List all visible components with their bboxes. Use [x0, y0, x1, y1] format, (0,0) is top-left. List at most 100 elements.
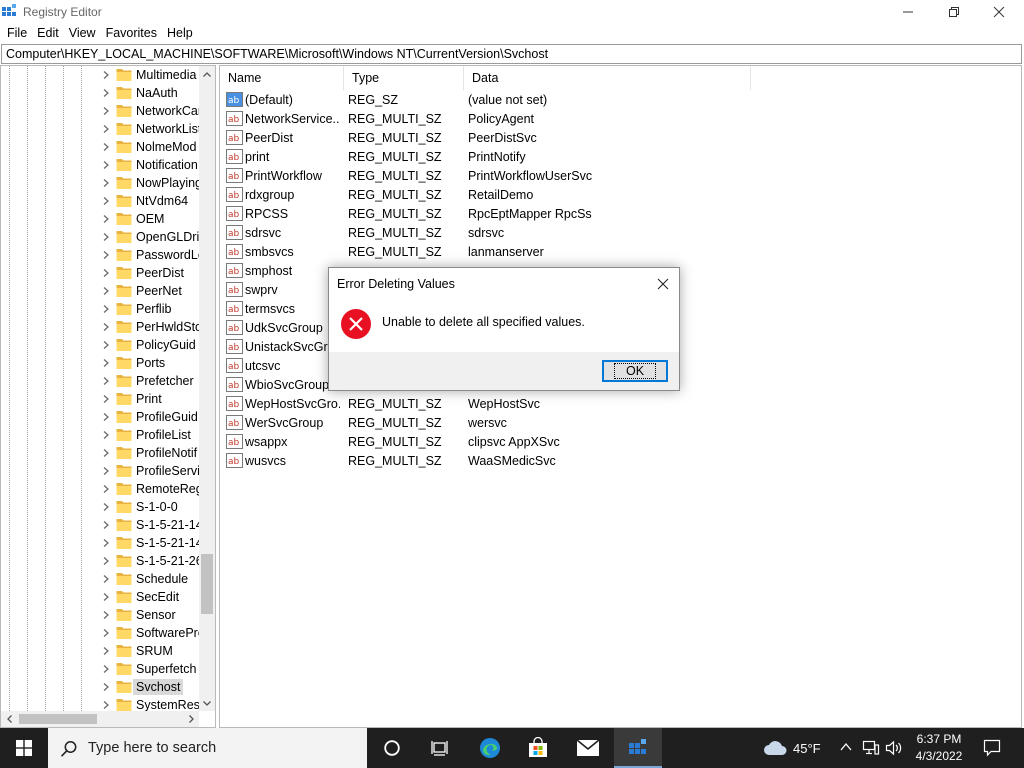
cortana-button[interactable]	[368, 728, 416, 768]
weather-widget[interactable]: 45°F	[763, 728, 821, 768]
start-button[interactable]	[0, 728, 48, 768]
tree-item[interactable]: NowPlaying	[1, 174, 199, 192]
tree-item[interactable]: Notification	[1, 156, 199, 174]
column-header-data[interactable]: Data	[464, 66, 751, 90]
column-header-name[interactable]: Name	[220, 66, 344, 90]
chevron-right-icon[interactable]	[101, 682, 111, 692]
value-row[interactable]: ab PrintWorkflow REG_MULTI_SZ PrintWorkflow…	[220, 167, 1020, 186]
scroll-right-arrow[interactable]	[183, 711, 199, 727]
horizontal-scroll-thumb[interactable]	[19, 714, 97, 724]
value-row[interactable]: ab NetworkService... REG_MULTI_SZ PolicyAge…	[220, 110, 1020, 129]
tree-item[interactable]: S-1-5-21-14	[1, 516, 199, 534]
chevron-right-icon[interactable]	[101, 574, 111, 584]
chevron-right-icon[interactable]	[101, 538, 111, 548]
tree-item[interactable]: NetworkCar	[1, 102, 199, 120]
chevron-right-icon[interactable]	[101, 358, 111, 368]
value-row[interactable]: ab wusvcs REG_MULTI_SZ WaaSMedicSvc	[220, 452, 1020, 471]
chevron-right-icon[interactable]	[101, 304, 111, 314]
tree-item[interactable]: ProfileServic	[1, 462, 199, 480]
tree-item[interactable]: Schedule	[1, 570, 199, 588]
tree-item[interactable]: Multimedia	[1, 66, 199, 84]
chevron-right-icon[interactable]	[101, 412, 111, 422]
chevron-right-icon[interactable]	[101, 466, 111, 476]
chevron-right-icon[interactable]	[101, 232, 111, 242]
tree-item[interactable]: S-1-5-21-14	[1, 534, 199, 552]
tree-item[interactable]: Svchost	[1, 678, 199, 696]
show-hidden-icons-button[interactable]	[840, 740, 852, 757]
chevron-right-icon[interactable]	[101, 628, 111, 638]
chevron-right-icon[interactable]	[101, 142, 111, 152]
tree-item[interactable]: Prefetcher	[1, 372, 199, 390]
value-row[interactable]: ab smbsvcs REG_MULTI_SZ lanmanserver	[220, 243, 1020, 262]
volume-control[interactable]	[885, 740, 903, 759]
tree-item[interactable]: Ports	[1, 354, 199, 372]
chevron-right-icon[interactable]	[101, 286, 111, 296]
tree-item[interactable]: PeerDist	[1, 264, 199, 282]
mail-button[interactable]	[564, 728, 612, 768]
chevron-right-icon[interactable]	[101, 646, 111, 656]
value-row[interactable]: ab WerSvcGroup REG_MULTI_SZ wersvc	[220, 414, 1020, 433]
chevron-right-icon[interactable]	[101, 106, 111, 116]
scroll-thumb[interactable]	[201, 554, 213, 614]
menu-edit[interactable]: Edit	[32, 24, 64, 43]
chevron-right-icon[interactable]	[101, 268, 111, 278]
clock[interactable]: 6:37 PM 4/3/2022	[908, 731, 970, 765]
chevron-right-icon[interactable]	[101, 322, 111, 332]
menu-file[interactable]: File	[2, 24, 32, 43]
tree-item[interactable]: PerHwldSto	[1, 318, 199, 336]
tree-item[interactable]: NaAuth	[1, 84, 199, 102]
chevron-right-icon[interactable]	[101, 700, 111, 710]
tree-item[interactable]: SoftwarePro	[1, 624, 199, 642]
close-button[interactable]	[976, 0, 1022, 24]
restore-button[interactable]	[931, 0, 977, 24]
registry-editor-taskbar-button[interactable]	[614, 728, 662, 768]
tree-item[interactable]: Perflib	[1, 300, 199, 318]
chevron-right-icon[interactable]	[101, 160, 111, 170]
notification-center-button[interactable]	[976, 728, 1008, 768]
task-view-button[interactable]	[416, 728, 464, 768]
value-row[interactable]: ab (Default) REG_SZ (value not set)	[220, 91, 1020, 110]
menu-favorites[interactable]: Favorites	[101, 24, 162, 43]
chevron-right-icon[interactable]	[101, 430, 111, 440]
tree-item[interactable]: PolicyGuid	[1, 336, 199, 354]
dialog-close-button[interactable]	[653, 274, 673, 294]
chevron-right-icon[interactable]	[101, 178, 111, 188]
chevron-right-icon[interactable]	[101, 250, 111, 260]
store-button[interactable]	[514, 728, 562, 768]
chevron-right-icon[interactable]	[101, 376, 111, 386]
scroll-left-arrow[interactable]	[1, 711, 17, 727]
chevron-right-icon[interactable]	[101, 520, 111, 530]
chevron-right-icon[interactable]	[101, 70, 111, 80]
value-row[interactable]: ab print REG_MULTI_SZ PrintNotify	[220, 148, 1020, 167]
chevron-right-icon[interactable]	[101, 124, 111, 134]
chevron-right-icon[interactable]	[101, 610, 111, 620]
tree-horizontal-scrollbar[interactable]	[1, 711, 199, 727]
key-tree-pane[interactable]: Multimedia NaAuth NetworkCar NetworkList Nol…	[0, 65, 216, 728]
tree-item[interactable]: OEM	[1, 210, 199, 228]
value-row[interactable]: ab PeerDist REG_MULTI_SZ PeerDistSvc	[220, 129, 1020, 148]
ok-button[interactable]: OK	[602, 360, 668, 382]
address-bar[interactable]: Computer\HKEY_LOCAL_MACHINE\SOFTWARE\Mic…	[1, 44, 1022, 64]
tree-item[interactable]: PeerNet	[1, 282, 199, 300]
value-row[interactable]: ab sdrsvc REG_MULTI_SZ sdrsvc	[220, 224, 1020, 243]
tree-item[interactable]: OpenGLDriv	[1, 228, 199, 246]
tree-item[interactable]: ProfileList	[1, 426, 199, 444]
chevron-right-icon[interactable]	[101, 556, 111, 566]
chevron-right-icon[interactable]	[101, 88, 111, 98]
tree-item[interactable]: Print	[1, 390, 199, 408]
tree-item[interactable]: NolmeMod	[1, 138, 199, 156]
tree-item[interactable]: RemoteReg	[1, 480, 199, 498]
value-row[interactable]: ab WepHostSvcGro... REG_MULTI_SZ WepHostSvc	[220, 395, 1020, 414]
value-row[interactable]: ab wsappx REG_MULTI_SZ clipsvc AppXSvc	[220, 433, 1020, 452]
scroll-down-arrow[interactable]	[199, 695, 215, 711]
menu-help[interactable]: Help	[162, 24, 198, 43]
tree-item[interactable]: Sensor	[1, 606, 199, 624]
chevron-right-icon[interactable]	[101, 340, 111, 350]
tree-item[interactable]: SystemResto	[1, 696, 199, 711]
chevron-right-icon[interactable]	[101, 448, 111, 458]
tree-item[interactable]: Superfetch	[1, 660, 199, 678]
column-header-type[interactable]: Type	[344, 66, 464, 90]
chevron-right-icon[interactable]	[101, 394, 111, 404]
value-row[interactable]: ab rdxgroup REG_MULTI_SZ RetailDemo	[220, 186, 1020, 205]
tree-item[interactable]: ProfileNotif	[1, 444, 199, 462]
